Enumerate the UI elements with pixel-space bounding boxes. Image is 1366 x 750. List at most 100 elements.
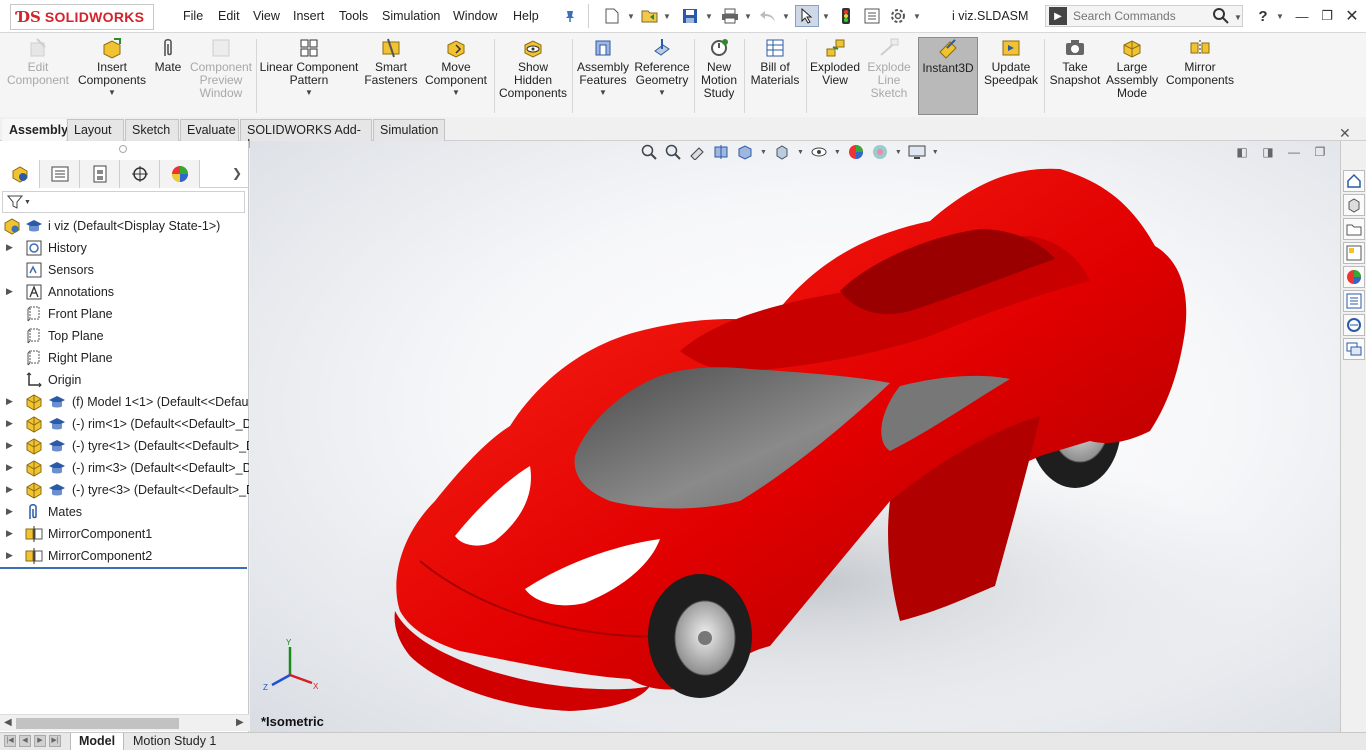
- appearances-icon[interactable]: [1343, 266, 1365, 288]
- expand-icon[interactable]: ▶: [6, 550, 16, 561]
- scroll-right-icon[interactable]: ▶: [236, 717, 244, 728]
- expand-icon[interactable]: ▶: [6, 418, 16, 429]
- viewport-close-icon[interactable]: ✕: [1339, 125, 1351, 142]
- new-motion-study-button[interactable]: New Motion Study: [698, 37, 740, 100]
- expand-icon[interactable]: ▶: [6, 286, 16, 297]
- zoom-to-area-icon[interactable]: [664, 143, 682, 161]
- assembly-features-dropdown-icon[interactable]: ▼: [599, 88, 607, 97]
- explode-line-sketch-button[interactable]: Explode Line Sketch: [864, 37, 914, 100]
- print-dropdown-icon[interactable]: ▼: [744, 12, 752, 21]
- tree-item-sensors[interactable]: Sensors: [0, 259, 249, 281]
- mate-button[interactable]: Mate: [152, 37, 184, 74]
- scroll-thumb[interactable]: [16, 718, 179, 729]
- tab-last-icon[interactable]: ▶|: [49, 735, 61, 747]
- undo-icon[interactable]: [758, 7, 778, 25]
- tree-item-model-1[interactable]: ▶ (f) Model 1<1> (Default<<Default: [0, 391, 249, 413]
- view-orientation-dropdown-icon[interactable]: ▼: [760, 149, 767, 156]
- tree-item-tyre-1[interactable]: ▶ (-) tyre<1> (Default<<Default>_D: [0, 435, 249, 457]
- menu-simulation[interactable]: Simulation: [382, 9, 440, 23]
- display-style-icon[interactable]: [773, 143, 791, 161]
- display-style-dropdown-icon[interactable]: ▼: [797, 149, 804, 156]
- linear-pattern-dropdown-icon[interactable]: ▼: [305, 88, 313, 97]
- tree-item-origin[interactable]: Origin: [0, 369, 249, 391]
- viewport-tile-left-icon[interactable]: ◧: [1234, 145, 1250, 159]
- smart-fasteners-button[interactable]: Smart Fasteners: [364, 37, 418, 87]
- menu-view[interactable]: View: [253, 9, 280, 23]
- tree-item-rim-1[interactable]: ▶ (-) rim<1> (Default<<Default>_D: [0, 413, 249, 435]
- file-explorer-icon[interactable]: [1343, 218, 1365, 240]
- tree-item-mirrorcomponent2[interactable]: ▶ MirrorComponent2: [0, 545, 249, 567]
- instant3d-button[interactable]: Instant3D: [918, 37, 978, 115]
- viewport-restore-icon[interactable]: ❐: [1312, 145, 1328, 159]
- front-wheel[interactable]: [648, 574, 752, 698]
- tree-item-rim-3[interactable]: ▶ (-) rim<3> (Default<<Default>_D: [0, 457, 249, 479]
- menu-window[interactable]: Window: [453, 9, 497, 23]
- tree-horizontal-scrollbar[interactable]: ◀ ▶: [0, 714, 249, 731]
- minimize-icon[interactable]: —: [1292, 6, 1312, 26]
- reference-geometry-dropdown-icon[interactable]: ▼: [658, 88, 666, 97]
- search-input[interactable]: [1073, 9, 1208, 23]
- file-properties-icon[interactable]: [862, 7, 882, 25]
- expand-icon[interactable]: ▶: [6, 484, 16, 495]
- assembly-features-button[interactable]: Assembly Features ▼: [576, 37, 630, 97]
- tree-item-mirrorcomponent1[interactable]: ▶ MirrorComponent1: [0, 523, 249, 545]
- hide-show-dropdown-icon[interactable]: ▼: [834, 149, 841, 156]
- help-icon[interactable]: ?: [1253, 6, 1273, 26]
- tab-assembly[interactable]: Assembly: [2, 119, 68, 141]
- restore-icon[interactable]: ❐: [1317, 6, 1337, 26]
- expand-icon[interactable]: ▶: [6, 506, 16, 517]
- tab-next-icon[interactable]: ▶: [34, 735, 46, 747]
- insert-components-dropdown-icon[interactable]: ▼: [108, 88, 116, 97]
- move-component-dropdown-icon[interactable]: ▼: [452, 88, 460, 97]
- tab-sketch[interactable]: Sketch: [125, 119, 179, 141]
- custom-properties-icon[interactable]: [1343, 290, 1365, 312]
- take-snapshot-button[interactable]: Take Snapshot: [1048, 37, 1102, 87]
- view-settings-dropdown-icon[interactable]: ▼: [932, 149, 939, 156]
- tab-first-icon[interactable]: |◀: [4, 735, 16, 747]
- expand-icon[interactable]: ▶: [6, 440, 16, 451]
- solidworks-resources-icon[interactable]: [1343, 170, 1365, 192]
- exploded-view-button[interactable]: Exploded View: [808, 37, 862, 87]
- help-dropdown-icon[interactable]: ▼: [1276, 12, 1284, 21]
- view-palette-icon[interactable]: [1343, 242, 1365, 264]
- tree-item-front-plane[interactable]: Front Plane: [0, 303, 249, 325]
- close-icon[interactable]: ✕: [1342, 6, 1362, 26]
- section-view-icon[interactable]: [712, 143, 730, 161]
- linear-component-pattern-button[interactable]: Linear Component Pattern ▼: [260, 37, 358, 97]
- move-component-button[interactable]: Move Component ▼: [424, 37, 488, 97]
- tab-solidworks-addins[interactable]: SOLIDWORKS Add-Ins: [240, 119, 372, 151]
- open-dropdown-icon[interactable]: ▼: [663, 12, 671, 21]
- print-icon[interactable]: [720, 7, 740, 25]
- search-icon[interactable]: [1212, 7, 1230, 28]
- configurationmanager-tab[interactable]: [80, 160, 120, 188]
- rebuild-icon[interactable]: [836, 7, 856, 25]
- undo-dropdown-icon[interactable]: ▼: [782, 12, 790, 21]
- viewport-tile-right-icon[interactable]: ◨: [1260, 145, 1276, 159]
- select-arrow-icon[interactable]: [795, 5, 819, 27]
- featuremanager-tab[interactable]: [0, 160, 40, 188]
- open-icon[interactable]: [640, 7, 660, 25]
- menu-file[interactable]: File: [183, 9, 203, 23]
- insert-components-button[interactable]: Insert Components ▼: [76, 37, 148, 97]
- tree-root[interactable]: i viz (Default<Display State-1>): [0, 215, 249, 237]
- dimxpert-tab[interactable]: [120, 160, 160, 188]
- pin-icon[interactable]: [560, 7, 580, 25]
- solidworks-logo[interactable]: ƊS SOLIDWORKS: [10, 4, 154, 30]
- zoom-to-fit-icon[interactable]: [640, 143, 658, 161]
- expand-icon[interactable]: ▶: [6, 528, 16, 539]
- tree-item-top-plane[interactable]: Top Plane: [0, 325, 249, 347]
- view-orientation-icon[interactable]: [736, 143, 754, 161]
- tab-model[interactable]: Model: [70, 733, 125, 750]
- tree-item-right-plane[interactable]: Right Plane: [0, 347, 249, 369]
- tab-prev-icon[interactable]: ◀: [19, 735, 31, 747]
- tab-evaluate[interactable]: Evaluate: [180, 119, 239, 141]
- expand-icon[interactable]: ▶: [6, 462, 16, 473]
- mirror-components-button[interactable]: Mirror Components: [1164, 37, 1236, 87]
- new-dropdown-icon[interactable]: ▼: [627, 12, 635, 21]
- hide-show-items-icon[interactable]: [810, 143, 828, 161]
- design-library-icon[interactable]: [1343, 194, 1365, 216]
- menu-help[interactable]: Help: [513, 9, 539, 23]
- scroll-left-icon[interactable]: ◀: [4, 717, 12, 728]
- displaymanager-tab[interactable]: [160, 160, 200, 188]
- tab-simulation[interactable]: Simulation: [373, 119, 445, 141]
